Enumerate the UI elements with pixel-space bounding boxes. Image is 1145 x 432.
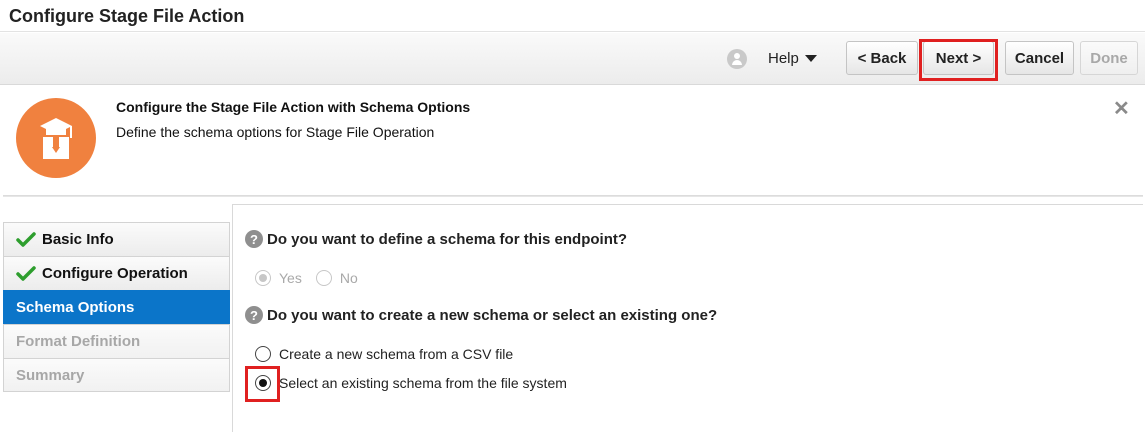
info-subtitle: Define the schema options for Stage File… (116, 124, 435, 140)
nav-item-label: Summary (16, 366, 85, 384)
question-text: Do you want to define a schema for this … (267, 230, 628, 248)
nav-item-label: Schema Options (16, 299, 135, 316)
chevron-down-icon (804, 55, 817, 62)
nav-item-label: Configure Operation (42, 265, 188, 282)
info-panel: Configure the Stage File Action with Sch… (3, 86, 1143, 196)
radio-button (255, 270, 271, 286)
radio-button (315, 270, 332, 286)
question-new-or-existing: ? Do you want to create a new schema or … (245, 306, 717, 324)
question-text: Do you want to create a new schema or se… (267, 306, 718, 324)
schema-options-panel: ? Do you want to define a schema for thi… (232, 204, 1143, 432)
graduate-badge-icon (16, 98, 96, 178)
radio-yes: Yes (255, 270, 302, 286)
page-title: Configure Stage File Action (9, 6, 245, 26)
radio-label: No (339, 270, 358, 286)
nav-item-schema-options[interactable]: Schema Options (3, 290, 230, 324)
radio-create-new-schema[interactable]: Create a new schema from a CSV file (255, 346, 513, 362)
checkmark-icon (16, 265, 36, 282)
train-navigation: Basic Info Configure Operation Schema Op… (3, 222, 230, 392)
radio-label: Yes (279, 270, 302, 286)
checkmark-icon (16, 231, 36, 248)
cancel-button[interactable]: Cancel (1005, 41, 1074, 75)
back-button[interactable]: < Back (846, 41, 918, 75)
user-icon[interactable] (727, 49, 747, 69)
question-define-schema: ? Do you want to define a schema for thi… (245, 230, 627, 248)
nav-item-label: Basic Info (42, 231, 114, 248)
nav-item-configure-operation[interactable]: Configure Operation (3, 256, 230, 290)
info-title: Configure the Stage File Action with Sch… (116, 99, 471, 115)
help-label: Help (768, 50, 799, 67)
help-question-icon[interactable]: ? (245, 306, 263, 324)
nav-item-label: Format Definition (16, 333, 141, 350)
radio-button[interactable] (255, 346, 271, 362)
radio-no: No (315, 270, 358, 286)
nav-item-basic-info[interactable]: Basic Info (3, 222, 230, 256)
help-menu[interactable]: Help (768, 50, 817, 67)
done-button: Done (1080, 41, 1138, 75)
divider (3, 196, 1143, 197)
radio-button[interactable] (255, 375, 271, 391)
close-icon[interactable]: ✕ (1113, 96, 1130, 121)
title-bar: Configure Stage File Action (0, 0, 1145, 32)
help-question-icon[interactable]: ? (245, 230, 263, 248)
radio-label[interactable]: Select an existing schema from the file … (279, 375, 567, 391)
radio-select-existing-schema[interactable]: Select an existing schema from the file … (255, 375, 567, 391)
nav-item-summary: Summary (3, 358, 230, 392)
radio-label[interactable]: Create a new schema from a CSV file (279, 346, 513, 362)
next-button[interactable]: Next > (923, 41, 994, 75)
nav-item-format-definition: Format Definition (3, 324, 230, 358)
define-schema-radio-group: Yes No (255, 270, 372, 286)
toolbar: Help < Back Next > Cancel Done (0, 33, 1145, 85)
